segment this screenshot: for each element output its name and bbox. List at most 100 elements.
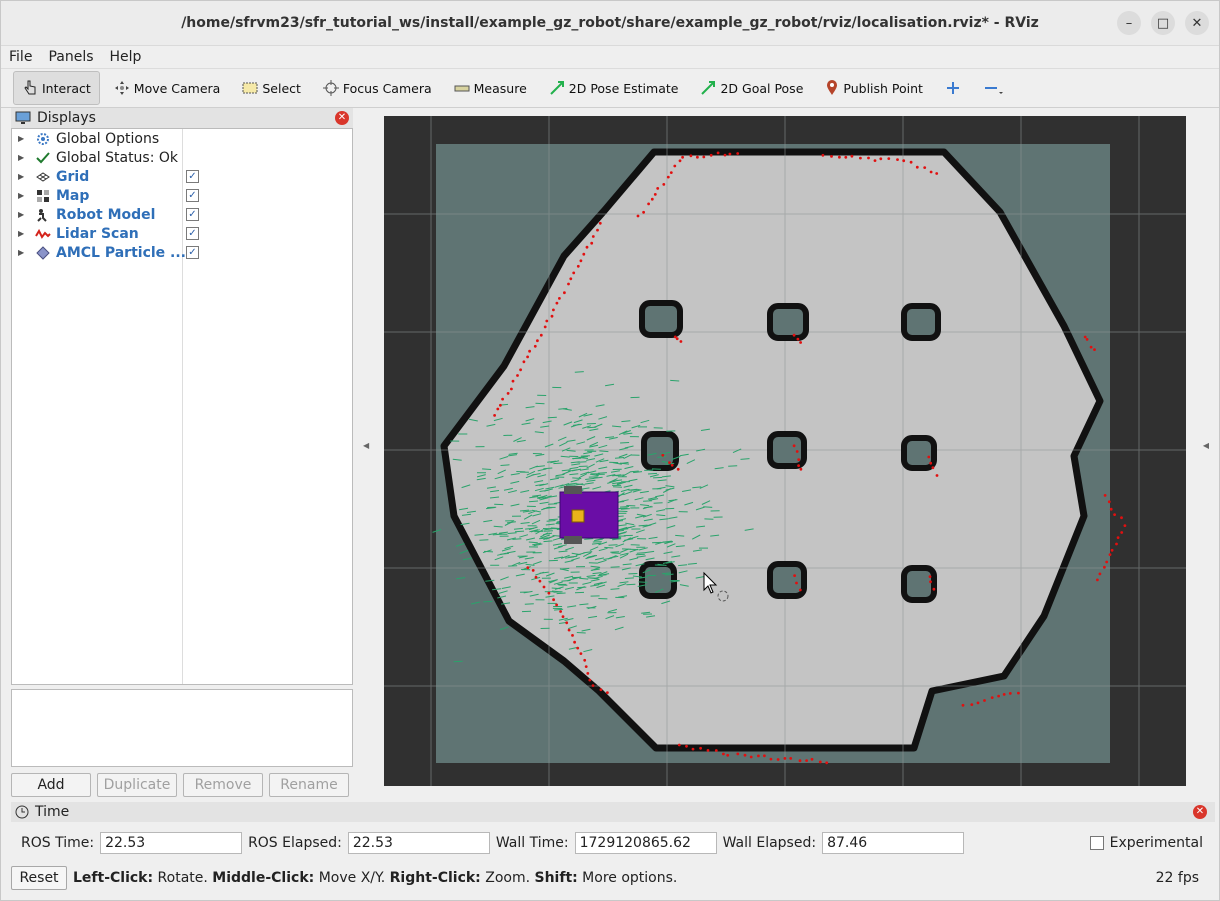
display-item-map[interactable]: ▶ Map ✓ xyxy=(12,186,352,205)
lidar-point xyxy=(675,337,679,341)
lidar-point xyxy=(1017,691,1020,695)
lidar-point xyxy=(583,658,587,662)
particle-arrow xyxy=(653,502,663,504)
expand-arrow-icon[interactable]: ▶ xyxy=(18,248,30,257)
minus-icon xyxy=(984,87,1003,94)
lidar-point xyxy=(838,155,841,159)
goal-pose-tool[interactable]: 2D Goal Pose xyxy=(692,72,811,104)
display-item-robot-model[interactable]: ▶ Robot Model ✓ xyxy=(12,205,352,224)
expand-arrow-icon[interactable]: ▶ xyxy=(18,172,30,181)
lidar-point xyxy=(1113,513,1116,516)
close-time-icon[interactable]: ✕ xyxy=(1193,805,1207,819)
lidar-point xyxy=(1096,578,1099,582)
lidar-point xyxy=(983,699,986,702)
wall-time-field[interactable]: 1729120865.62 xyxy=(574,832,717,854)
ros-time-field[interactable]: 22.53 xyxy=(100,832,243,854)
lidar-point xyxy=(716,151,720,155)
pose-estimate-tool[interactable]: 2D Pose Estimate xyxy=(541,72,687,104)
collapse-right-icon[interactable]: ◀ xyxy=(1203,441,1209,450)
lidar-point xyxy=(558,297,561,300)
expand-arrow-icon[interactable]: ▶ xyxy=(18,134,30,143)
lidar-point xyxy=(1110,548,1114,552)
map-icon xyxy=(34,188,52,204)
minimize-button[interactable]: – xyxy=(1117,11,1141,35)
monitor-icon xyxy=(15,111,31,124)
lidar-point xyxy=(1103,494,1107,497)
display-item-global-options[interactable]: ▶ Global Options xyxy=(12,129,352,148)
experimental-checkbox[interactable] xyxy=(1089,836,1104,850)
menu-help[interactable]: Help xyxy=(110,49,142,65)
displays-header: Displays ✕ xyxy=(11,108,353,128)
menu-bar: File Panels Help xyxy=(1,46,1219,68)
particle-arrow xyxy=(604,546,614,549)
lidar-point xyxy=(661,453,665,457)
add-button[interactable]: Add xyxy=(11,773,91,797)
display-item-global-status[interactable]: ▶ Global Status: Ok xyxy=(12,148,352,167)
lidar-point xyxy=(1120,531,1124,534)
lidar-point xyxy=(545,319,549,323)
display-item-grid[interactable]: ▶ Grid ✓ xyxy=(12,167,352,186)
reset-button[interactable]: Reset xyxy=(11,866,67,890)
measure-tool[interactable]: Measure xyxy=(446,72,535,104)
expand-arrow-icon[interactable]: ▶ xyxy=(18,153,30,162)
lidar-point xyxy=(552,308,555,312)
wall-elapsed-label: Wall Elapsed: xyxy=(722,835,817,851)
particle-arrow xyxy=(665,507,675,510)
lidar-point xyxy=(579,652,583,655)
interact-tool[interactable]: Interact xyxy=(13,71,100,105)
lidar-point xyxy=(516,374,519,377)
lidar-point xyxy=(526,566,530,570)
lidar-point xyxy=(493,414,496,417)
expand-arrow-icon[interactable]: ▶ xyxy=(18,191,30,200)
close-panel-icon[interactable]: ✕ xyxy=(335,111,349,125)
map-checkbox[interactable]: ✓ xyxy=(186,189,199,202)
collapse-left-icon[interactable]: ◀ xyxy=(363,441,369,450)
particle-arrow xyxy=(548,518,558,521)
lidar-point xyxy=(743,753,747,757)
robot-model-checkbox[interactable]: ✓ xyxy=(186,208,199,221)
robot-icon xyxy=(34,207,52,223)
lidar-point xyxy=(496,407,500,411)
move-camera-tool[interactable]: Move Camera xyxy=(106,72,229,104)
lidar-point xyxy=(1116,536,1120,539)
remove-tool-button[interactable] xyxy=(975,72,1013,104)
focus-camera-tool[interactable]: Focus Camera xyxy=(315,72,440,104)
ros-elapsed-field[interactable]: 22.53 xyxy=(347,832,490,854)
particle-arrow xyxy=(626,583,636,586)
particle-arrow xyxy=(553,462,563,465)
lidar-point xyxy=(1123,524,1127,527)
maximize-button[interactable]: □ xyxy=(1151,11,1175,35)
menu-panels[interactable]: Panels xyxy=(48,49,93,65)
experimental-toggle[interactable]: Experimental xyxy=(1089,835,1203,851)
particle-arrow xyxy=(599,450,609,453)
amcl-checkbox[interactable]: ✓ xyxy=(186,246,199,259)
display-item-amcl-particles[interactable]: ▶ AMCL Particle ... ✓ xyxy=(12,243,352,262)
wall-elapsed-field[interactable]: 87.46 xyxy=(822,832,965,854)
displays-tree[interactable]: ▶ Global Options ▶ Global Status: Ok ▶ G… xyxy=(11,128,353,685)
particle-arrow xyxy=(635,553,645,556)
map-canvas[interactable] xyxy=(384,116,1186,786)
add-tool-button[interactable] xyxy=(937,72,969,104)
select-tool[interactable]: Select xyxy=(234,72,309,104)
lidar-point xyxy=(769,757,773,761)
lidar-point xyxy=(929,461,933,465)
expand-arrow-icon[interactable]: ▶ xyxy=(18,210,30,219)
close-button[interactable]: ✕ xyxy=(1185,11,1209,35)
grid-checkbox[interactable]: ✓ xyxy=(186,170,199,183)
lidar-scan-checkbox[interactable]: ✓ xyxy=(186,227,199,240)
lidar-point xyxy=(1093,348,1096,351)
map-pin-icon xyxy=(827,80,838,95)
lidar-point xyxy=(927,455,931,459)
publish-point-tool[interactable]: Publish Point xyxy=(817,72,931,104)
grid-icon xyxy=(34,169,52,185)
rename-button[interactable]: Rename xyxy=(269,773,349,797)
expand-arrow-icon[interactable]: ▶ xyxy=(18,229,30,238)
remove-button[interactable]: Remove xyxy=(183,773,263,797)
display-item-lidar-scan[interactable]: ▶ Lidar Scan ✓ xyxy=(12,224,352,243)
duplicate-button[interactable]: Duplicate xyxy=(97,773,177,797)
window-title: /home/sfrvm23/sfr_tutorial_ws/install/ex… xyxy=(181,15,1039,31)
menu-file[interactable]: File xyxy=(9,49,32,65)
render-view[interactable] xyxy=(384,116,1186,786)
lidar-point xyxy=(726,753,730,757)
lidar-point xyxy=(749,755,753,759)
